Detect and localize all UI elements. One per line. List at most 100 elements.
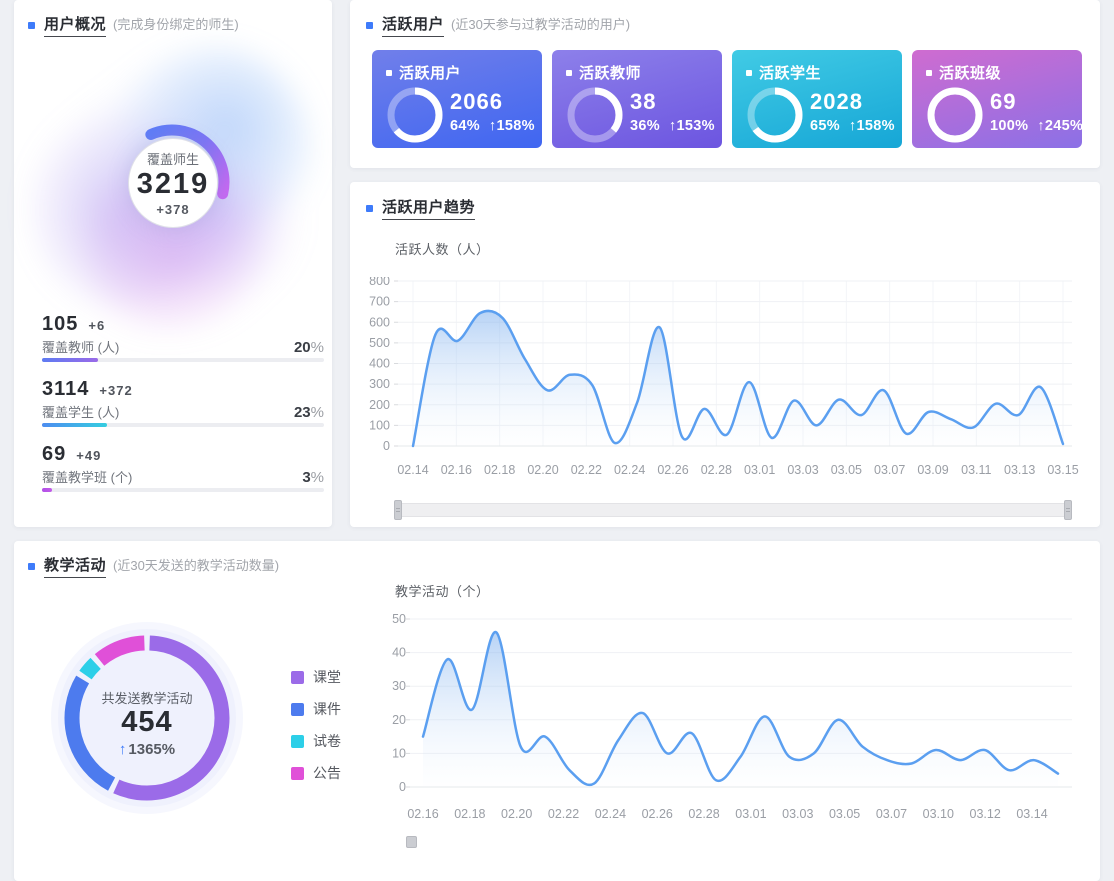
tile-value: 38 [630, 89, 656, 115]
teaching-title[interactable]: 教学活动 [44, 554, 106, 578]
progress-fill [42, 488, 52, 492]
legend-swatch-icon [291, 735, 304, 748]
svg-text:02.24: 02.24 [614, 463, 645, 477]
legend-swatch-icon [291, 767, 304, 780]
svg-text:20: 20 [392, 713, 406, 727]
svg-text:02.18: 02.18 [484, 463, 515, 477]
svg-text:02.16: 02.16 [407, 807, 438, 821]
svg-text:700: 700 [369, 295, 390, 309]
svg-text:03.11: 03.11 [961, 463, 991, 477]
svg-text:03.14: 03.14 [1016, 807, 1047, 821]
tile-bullet-icon [746, 70, 752, 76]
tile-bullet-icon [566, 70, 572, 76]
donut-center-value: 454 [67, 707, 227, 739]
datazoom-handle-partial[interactable] [406, 836, 417, 848]
datazoom-track[interactable] [398, 503, 1072, 517]
stat-percent: 20% [294, 339, 324, 356]
legend-item-ketang[interactable]: 课堂 [291, 669, 341, 685]
legend-item-kejian[interactable]: 课件 [291, 701, 341, 717]
svg-text:02.28: 02.28 [688, 807, 719, 821]
progress-bar [42, 488, 324, 492]
stat-percent: 3% [302, 469, 324, 486]
stat-delta: +372 [99, 383, 132, 398]
svg-text:03.10: 03.10 [923, 807, 954, 821]
stat-row-classes: 69 +49 覆盖教学班 (个) 3% [42, 443, 324, 495]
user-overview-subtitle: (完成身份绑定的师生) [113, 14, 239, 33]
tile-percent-trend: 100%↑245% [990, 118, 1083, 134]
gauge-label: 覆盖师生 [147, 149, 199, 168]
section-bullet-icon [28, 563, 35, 570]
svg-text:100: 100 [369, 418, 390, 432]
tile-label: 活跃班级 [939, 62, 1001, 83]
active-trend-card: 活跃用户趋势 活跃人数（人） 0100200300400500600700800… [350, 182, 1100, 527]
gauge-value: 3219 [137, 168, 210, 201]
svg-text:02.18: 02.18 [454, 807, 485, 821]
tile-ring-chart [386, 86, 444, 144]
svg-text:02.26: 02.26 [657, 463, 688, 477]
datazoom-handle-right[interactable] [1064, 500, 1072, 520]
tile-value: 2066 [450, 89, 503, 115]
svg-text:800: 800 [369, 277, 390, 288]
tile-ring-chart [926, 86, 984, 144]
datazoom-handle-left[interactable] [394, 500, 402, 520]
svg-text:02.22: 02.22 [571, 463, 602, 477]
teaching-subtitle: (近30天发送的教学活动数量) [113, 555, 279, 574]
stat-delta: +6 [88, 318, 105, 333]
stat-label: 覆盖教师 (人) [42, 337, 119, 356]
svg-text:02.28: 02.28 [701, 463, 732, 477]
stat-row-students: 3114 +372 覆盖学生 (人) 23% [42, 378, 324, 430]
progress-bar [42, 423, 324, 427]
tile-ring-chart [566, 86, 624, 144]
svg-text:500: 500 [369, 336, 390, 350]
svg-text:03.12: 03.12 [970, 807, 1001, 821]
tile-bullet-icon [386, 70, 392, 76]
legend-swatch-icon [291, 671, 304, 684]
user-overview-title[interactable]: 用户概况 [44, 13, 106, 37]
svg-text:03.15: 03.15 [1047, 463, 1078, 477]
active-trend-title[interactable]: 活跃用户趋势 [382, 196, 475, 220]
svg-text:02.20: 02.20 [501, 807, 532, 821]
svg-text:30: 30 [392, 679, 406, 693]
teaching-header: 教学活动 (近30天发送的教学活动数量) [28, 554, 279, 578]
progress-bar [42, 358, 324, 362]
tile-active-students: 活跃学生 2028 65%↑158% [732, 50, 902, 148]
svg-text:03.01: 03.01 [735, 807, 766, 821]
active-users-trend-chart[interactable]: 010020030040050060070080002.1402.1602.18… [354, 277, 1080, 492]
svg-text:600: 600 [369, 315, 390, 329]
donut-legend: 课堂 课件 试卷 公告 [291, 669, 341, 797]
legend-swatch-icon [291, 703, 304, 716]
svg-text:03.07: 03.07 [876, 807, 907, 821]
donut-center-label: 共发送教学活动 [67, 688, 227, 707]
svg-text:40: 40 [392, 646, 406, 660]
svg-text:03.01: 03.01 [744, 463, 775, 477]
legend-item-gonggao[interactable]: 公告 [291, 765, 341, 781]
tile-bullet-icon [926, 70, 932, 76]
stat-percent: 23% [294, 404, 324, 421]
activity-chart-title: 教学活动（个） [395, 581, 490, 600]
svg-text:400: 400 [369, 357, 390, 371]
svg-text:300: 300 [369, 377, 390, 391]
progress-fill [42, 358, 98, 362]
active-users-title[interactable]: 活跃用户 [382, 13, 444, 37]
legend-item-shijuan[interactable]: 试卷 [291, 733, 341, 749]
tile-ring-chart [746, 86, 804, 144]
stat-value: 69 [42, 443, 66, 466]
gauge-center: 覆盖师生 3219 +378 [128, 138, 218, 228]
tile-value: 69 [990, 89, 1016, 115]
svg-text:03.03: 03.03 [782, 807, 813, 821]
tile-percent-trend: 65%↑158% [810, 118, 895, 134]
dashboard-page: { "colors": { "accent_blue": "#3e7bfa", … [0, 0, 1114, 842]
svg-text:02.14: 02.14 [397, 463, 428, 477]
stat-label: 覆盖教学班 (个) [42, 467, 132, 486]
progress-fill [42, 423, 107, 427]
user-overview-header: 用户概况 (完成身份绑定的师生) [28, 13, 239, 37]
svg-text:200: 200 [369, 398, 390, 412]
stat-row-teachers: 105 +6 覆盖教师 (人) 20% [42, 313, 324, 365]
active-trend-header: 活跃用户趋势 [366, 196, 475, 220]
svg-text:0: 0 [383, 439, 390, 453]
stat-label: 覆盖学生 (人) [42, 402, 119, 421]
active-users-subtitle: (近30天参与过教学活动的用户) [451, 14, 630, 33]
tile-value: 2028 [810, 89, 863, 115]
teaching-activity-chart[interactable]: 0102030405002.1602.1802.2002.2202.2402.2… [366, 599, 1086, 834]
svg-text:10: 10 [392, 746, 406, 760]
